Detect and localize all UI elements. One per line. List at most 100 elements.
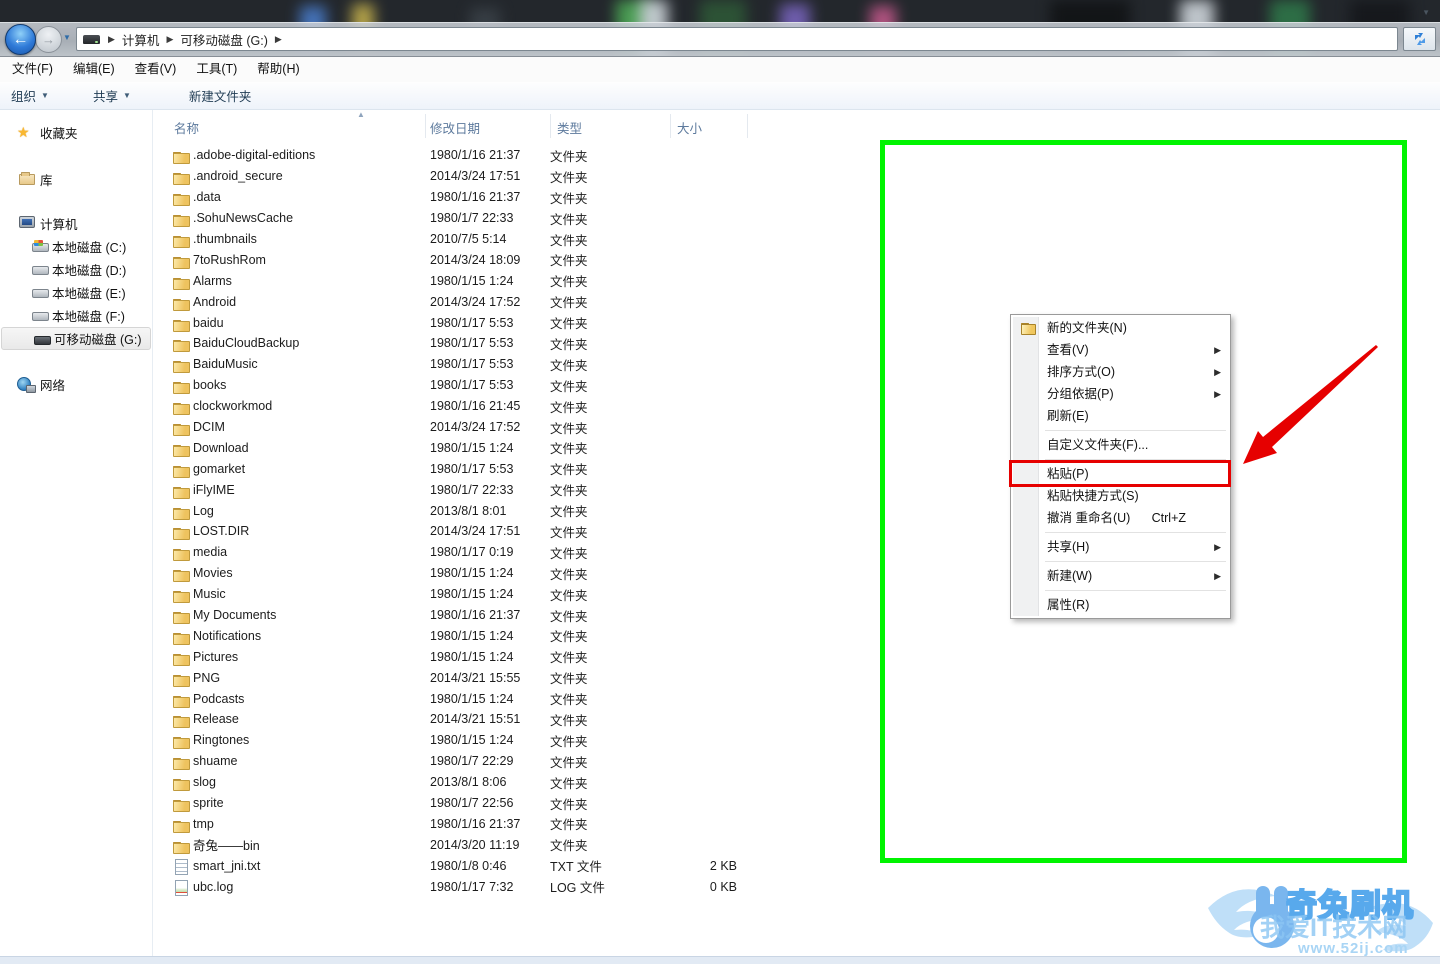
- sidebar-item-star[interactable]: ★ 收藏夹: [0, 121, 152, 144]
- back-button[interactable]: ←: [5, 24, 36, 55]
- file-row[interactable]: BaiduCloudBackup 1980/1/17 5:53 文件夹: [152, 333, 792, 354]
- file-row[interactable]: .data 1980/1/16 21:37 文件夹: [152, 187, 792, 208]
- sidebar-item-pc[interactable]: 计算机: [0, 212, 152, 235]
- breadcrumb-removable-disk[interactable]: 可移动磁盘 (G:): [174, 30, 274, 49]
- file-row[interactable]: books 1980/1/17 5:53 文件夹: [152, 375, 792, 396]
- menu-item[interactable]: 工具(T): [186, 57, 247, 82]
- file-row[interactable]: Notifications 1980/1/15 1:24 文件夹: [152, 625, 792, 646]
- toolbar-button[interactable]: 新建文件夹: [178, 86, 263, 105]
- file-row[interactable]: media 1980/1/17 0:19 文件夹: [152, 542, 792, 563]
- file-row[interactable]: .SohuNewsCache 1980/1/7 22:33 文件夹: [152, 208, 792, 229]
- file-row[interactable]: baidu 1980/1/17 5:53 文件夹: [152, 312, 792, 333]
- file-row[interactable]: .adobe-digital-editions 1980/1/16 21:37 文件…: [152, 145, 792, 166]
- file-name: media: [193, 545, 228, 560]
- file-row[interactable]: gomarket 1980/1/17 5:53 文件夹: [152, 458, 792, 479]
- watermark-url-text: www.52ij.com: [1298, 940, 1409, 957]
- column-header-date[interactable]: 修改日期: [430, 118, 480, 137]
- file-row[interactable]: Log 2013/8/1 8:01 文件夹: [152, 500, 792, 521]
- file-row[interactable]: PNG 2014/3/21 15:55 文件夹: [152, 667, 792, 688]
- context-menu-item[interactable]: 撤消 重命名(U) Ctrl+Z: [1013, 507, 1228, 529]
- forward-button[interactable]: →: [35, 26, 62, 53]
- recent-pages-dropdown-icon[interactable]: ▼: [63, 33, 71, 42]
- file-row[interactable]: Music 1980/1/15 1:24 文件夹: [152, 584, 792, 605]
- file-row[interactable]: smart_jni.txt 1980/1/8 0:46 TXT 文件 2 KB: [152, 855, 792, 876]
- address-bar[interactable]: ▶ 计算机 ▶ 可移动磁盘 (G:) ▶: [76, 27, 1398, 51]
- context-menu-item[interactable]: 自定义文件夹(F)...: [1013, 434, 1228, 456]
- file-date: 1980/1/8 0:46: [430, 858, 507, 873]
- sidebar-item-lib[interactable]: 库: [0, 168, 152, 191]
- menu-item[interactable]: 帮助(H): [247, 57, 309, 82]
- column-divider[interactable]: [747, 114, 748, 138]
- file-row[interactable]: BaiduMusic 1980/1/17 5:53 文件夹: [152, 354, 792, 375]
- file-row[interactable]: .thumbnails 2010/7/5 5:14 文件夹: [152, 229, 792, 250]
- file-row[interactable]: Podcasts 1980/1/15 1:24 文件夹: [152, 688, 792, 709]
- file-row[interactable]: 奇兔——bin 2014/3/20 11:19 文件夹: [152, 834, 792, 855]
- file-row[interactable]: My Documents 1980/1/16 21:37 文件夹: [152, 605, 792, 626]
- file-row[interactable]: Movies 1980/1/15 1:24 文件夹: [152, 563, 792, 584]
- file-date: 1980/1/15 1:24: [430, 273, 514, 288]
- column-header-name[interactable]: 名称: [174, 118, 199, 137]
- file-row[interactable]: tmp 1980/1/16 21:37 文件夹: [152, 814, 792, 835]
- breadcrumb-computer[interactable]: 计算机: [116, 30, 166, 49]
- file-row[interactable]: DCIM 2014/3/24 17:52 文件夹: [152, 417, 792, 438]
- column-header-type[interactable]: 类型: [557, 118, 582, 137]
- file-row[interactable]: Release 2014/3/21 15:51 文件夹: [152, 709, 792, 730]
- sidebar-item-net[interactable]: 网络: [0, 373, 152, 396]
- sidebar-item-label: 本地磁盘 (F:): [52, 310, 125, 324]
- folder-icon: [173, 692, 190, 708]
- context-menu-item[interactable]: 新的文件夹(N): [1013, 317, 1228, 339]
- context-menu-item-paste[interactable]: 粘贴(P): [1013, 463, 1228, 485]
- folder-icon: [173, 378, 190, 395]
- context-menu-item[interactable]: 粘贴快捷方式(S): [1013, 485, 1228, 507]
- address-dropdown-icon[interactable]: ▼: [1422, 8, 1430, 17]
- column-divider[interactable]: [550, 114, 551, 138]
- file-row[interactable]: ubc.log 1980/1/17 7:32 LOG 文件 0 KB: [152, 876, 792, 897]
- file-row[interactable]: Android 2014/3/24 17:52 文件夹: [152, 291, 792, 312]
- column-header-size[interactable]: 大小: [677, 118, 702, 137]
- sidebar-item-drive[interactable]: 本地磁盘 (E:): [0, 281, 152, 304]
- toolbar-button[interactable]: 组织 ▼: [0, 86, 60, 105]
- file-row[interactable]: iFlyIME 1980/1/7 22:33 文件夹: [152, 479, 792, 500]
- file-date: 2014/3/24 18:09: [430, 252, 521, 267]
- file-name: Release: [193, 712, 239, 727]
- sidebar-item-label: 库: [40, 174, 53, 188]
- folder-icon: [173, 441, 190, 457]
- sidebar-item-usb[interactable]: 可移动磁盘 (G:): [1, 327, 151, 350]
- context-menu-item[interactable]: 分组依据(P) ▶: [1013, 383, 1228, 405]
- sidebar-item-sysdrive[interactable]: 本地磁盘 (C:): [0, 235, 152, 258]
- file-row[interactable]: Alarms 1980/1/15 1:24 文件夹: [152, 270, 792, 291]
- context-menu-item[interactable]: 共享(H) ▶: [1013, 536, 1228, 558]
- folder-icon: [173, 671, 190, 687]
- file-type: 文件夹: [550, 839, 588, 854]
- folder-icon: [173, 817, 190, 833]
- menu-bar: 文件(F) 编辑(E) 查看(V) 工具(T) 帮助(H): [0, 57, 1440, 82]
- context-menu-item[interactable]: 属性(R): [1013, 594, 1228, 616]
- context-menu-item[interactable]: 新建(W) ▶: [1013, 565, 1228, 587]
- file-row[interactable]: sprite 1980/1/7 22:56 文件夹: [152, 793, 792, 814]
- menu-item[interactable]: 文件(F): [2, 57, 63, 82]
- toolbar-button[interactable]: 共享 ▼: [82, 86, 142, 105]
- sidebar-item-label: 本地磁盘 (E:): [52, 287, 126, 301]
- sysdrive-icon: [32, 240, 49, 252]
- refresh-button[interactable]: [1403, 27, 1436, 51]
- file-row[interactable]: LOST.DIR 2014/3/24 17:51 文件夹: [152, 521, 792, 542]
- file-row[interactable]: Ringtones 1980/1/15 1:24 文件夹: [152, 730, 792, 751]
- column-divider[interactable]: [670, 114, 671, 138]
- file-row[interactable]: 7toRushRom 2014/3/24 18:09 文件夹: [152, 249, 792, 270]
- file-row[interactable]: .android_secure 2014/3/24 17:51 文件夹: [152, 166, 792, 187]
- sidebar-item-drive[interactable]: 本地磁盘 (F:): [0, 304, 152, 327]
- menu-item[interactable]: 编辑(E): [63, 57, 125, 82]
- menu-item[interactable]: 查看(V): [125, 57, 187, 82]
- context-menu-item[interactable]: 查看(V) ▶: [1013, 339, 1228, 361]
- file-row[interactable]: shuame 1980/1/7 22:29 文件夹: [152, 751, 792, 772]
- file-row[interactable]: Pictures 1980/1/15 1:24 文件夹: [152, 646, 792, 667]
- file-row[interactable]: slog 2013/8/1 8:06 文件夹: [152, 772, 792, 793]
- file-row[interactable]: Download 1980/1/15 1:24 文件夹: [152, 437, 792, 458]
- context-menu-item[interactable]: 排序方式(O) ▶: [1013, 361, 1228, 383]
- column-divider[interactable]: [425, 114, 426, 138]
- file-row[interactable]: clockworkmod 1980/1/16 21:45 文件夹: [152, 396, 792, 417]
- folder-icon: [173, 545, 190, 562]
- file-type: 文件夹: [550, 525, 588, 540]
- context-menu-item[interactable]: 刷新(E): [1013, 405, 1228, 427]
- sidebar-item-drive[interactable]: 本地磁盘 (D:): [0, 258, 152, 281]
